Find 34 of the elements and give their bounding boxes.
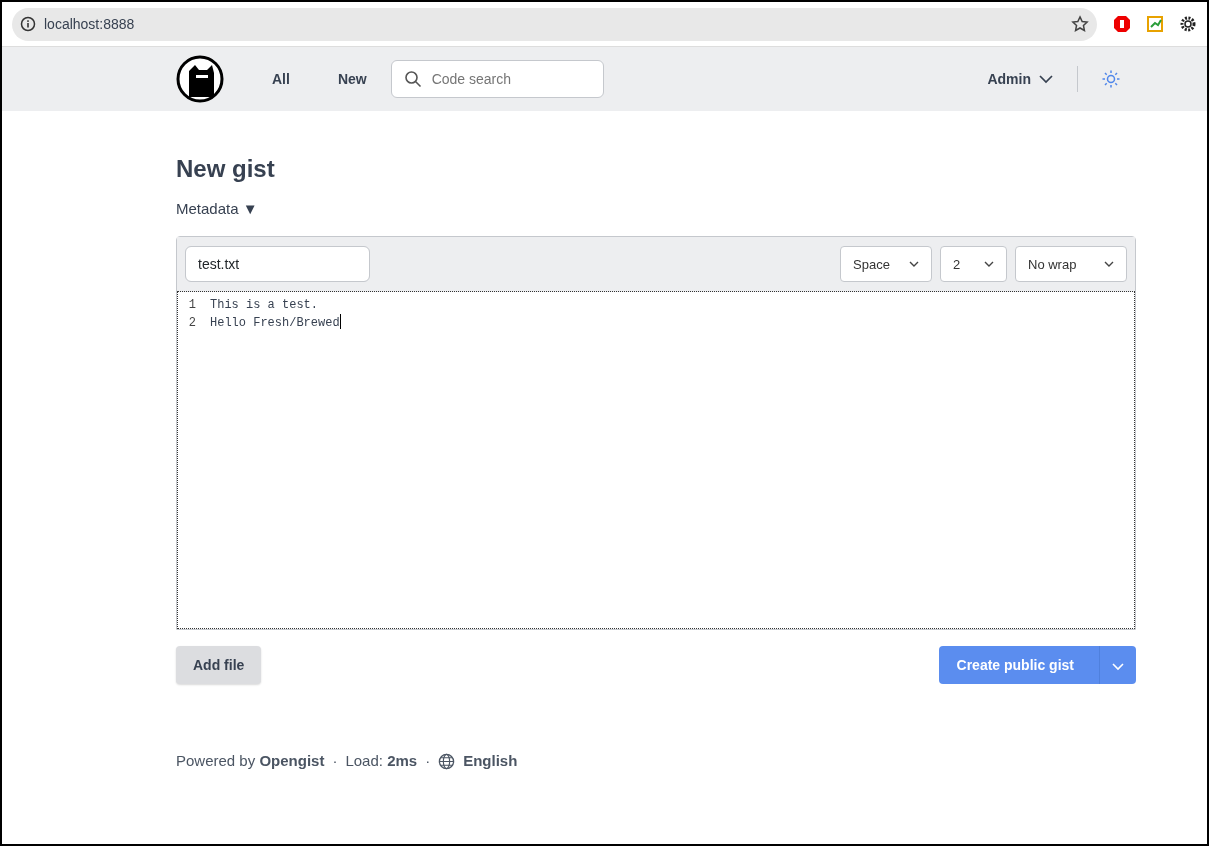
chart-icon[interactable]	[1147, 16, 1163, 32]
line-number: 1	[187, 297, 197, 315]
separator-dot: ·	[332, 751, 338, 772]
add-file-button[interactable]: Add file	[176, 646, 262, 685]
user-menu[interactable]: Admin	[987, 68, 1053, 90]
search-icon	[403, 70, 422, 88]
indent-style-select[interactable]: Space	[840, 246, 932, 283]
search-field[interactable]: Code search	[390, 60, 604, 98]
info-icon[interactable]	[20, 16, 36, 32]
logo-icon[interactable]	[176, 55, 224, 103]
metadata-toggle[interactable]: Metadata ▼	[176, 197, 258, 221]
sun-icon[interactable]	[1102, 70, 1120, 88]
indent-size-select[interactable]: 2	[940, 246, 1007, 283]
nav-link[interactable]: All	[272, 68, 290, 90]
gear-icon[interactable]	[1179, 15, 1197, 33]
code-editor[interactable]: 1 This is a test. 2 Hello Fresh/Brewed	[177, 292, 1135, 630]
shield-icon[interactable]	[1113, 15, 1131, 33]
page-title: New gist	[176, 155, 276, 184]
language-link[interactable]: English	[463, 750, 518, 773]
filename-field[interactable]: test.txt	[185, 246, 370, 283]
chevron-down-icon	[1039, 72, 1053, 86]
code-line: This is a test.	[210, 297, 319, 315]
code-line: Hello Fresh/Brewed	[210, 315, 340, 333]
star-icon[interactable]	[1071, 15, 1089, 33]
separator-dot: ·	[425, 751, 431, 772]
load-time-text: Load: 2ms	[345, 751, 418, 772]
nav-link[interactable]: New	[337, 68, 367, 90]
caret-icon	[1112, 660, 1124, 673]
wrap-select[interactable]: No wrap	[1015, 246, 1127, 283]
line-number: 2	[187, 315, 197, 333]
dropdown-button[interactable]	[1099, 646, 1136, 685]
globe-icon	[438, 753, 456, 771]
text-cursor	[339, 314, 341, 330]
powered-by-text: Powered by Opengist	[176, 751, 325, 772]
